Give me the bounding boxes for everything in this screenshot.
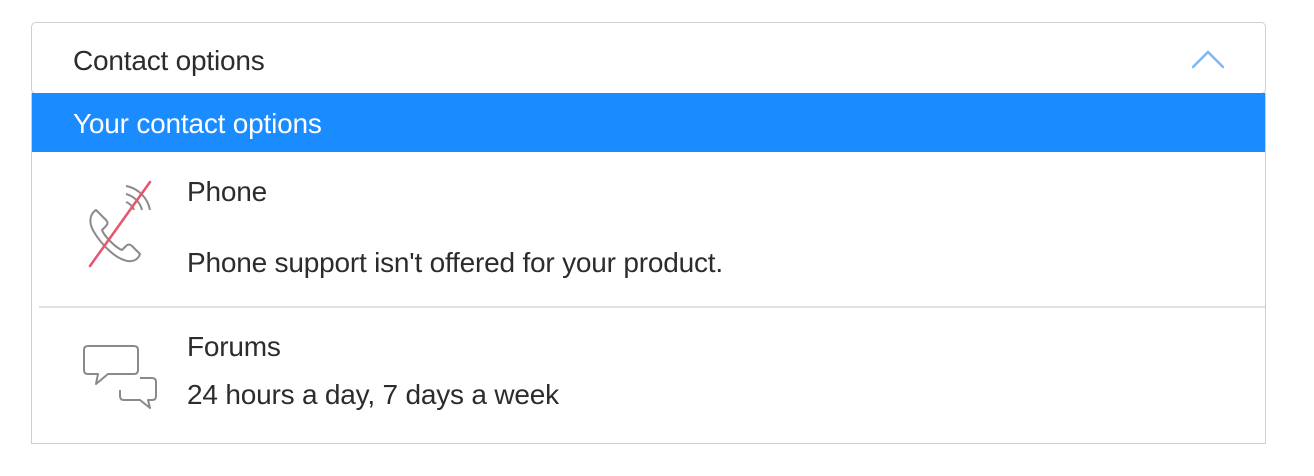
accordion-title: Contact options	[73, 45, 265, 76]
section-header-label: Your contact options	[73, 108, 322, 139]
accordion-body: Your contact options Phone Phone support…	[31, 93, 1266, 444]
phone-option-title: Phone	[187, 176, 267, 207]
contact-options-accordion: Contact options Your contact options Pho…	[31, 22, 1266, 444]
chevron-up-icon[interactable]	[1191, 49, 1225, 69]
forum-bubbles-icon	[83, 345, 157, 409]
forums-option-description: 24 hours a day, 7 days a week	[187, 379, 559, 410]
phone-unavailable-icon	[88, 180, 152, 268]
phone-option-description: Phone support isn't offered for your pro…	[187, 247, 723, 278]
contact-option-forums[interactable]: Forums 24 hours a day, 7 days a week	[32, 308, 1265, 443]
contact-option-phone: Phone Phone support isn't offered for yo…	[32, 152, 1265, 306]
contact-options-header[interactable]: Contact options	[31, 22, 1266, 94]
section-header: Your contact options	[32, 93, 1265, 152]
forums-option-title: Forums	[187, 331, 281, 362]
